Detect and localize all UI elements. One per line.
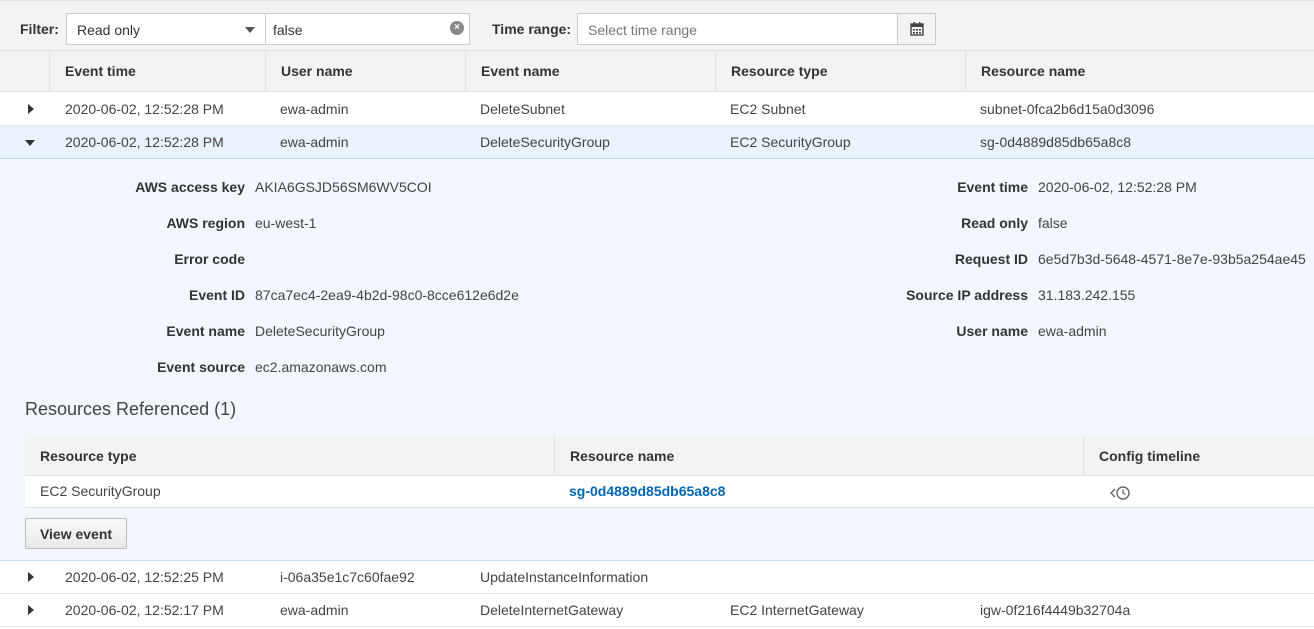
event-name: UpdateInstanceInformation (480, 569, 649, 585)
detail-label: Event name (166, 323, 245, 339)
detail-value: ec2.amazonaws.com (255, 359, 387, 375)
column-resource-type[interactable]: Resource type (715, 51, 965, 92)
user-name: ewa-admin (280, 134, 349, 150)
detail-value: AKIA6GSJD56SM6WV5COI (255, 179, 432, 195)
detail-label: Event time (957, 179, 1028, 195)
detail-value: 6e5d7b3d-5648-4571-8e7e-93b5a254ae45 (1038, 251, 1306, 267)
time-range-input[interactable]: Select time range (577, 13, 899, 45)
detail-label: User name (956, 323, 1028, 339)
detail-label: Event ID (188, 287, 245, 303)
time-range-label: Time range: (492, 21, 572, 37)
column-resource-name[interactable]: Resource name (965, 51, 1314, 92)
event-time: 2020-06-02, 12:52:25 PM (65, 569, 224, 585)
resources-table-header: Resource type Resource name Config timel… (25, 435, 1314, 476)
event-name: DeleteSecurityGroup (480, 134, 610, 150)
table-row[interactable]: 2020-06-02, 12:52:28 PM ewa-admin Delete… (0, 93, 1314, 126)
detail-label: Request ID (954, 251, 1028, 267)
table-row[interactable]: 2020-06-02, 12:52:17 PM ewa-admin Delete… (0, 594, 1314, 627)
column-resource-name[interactable]: Resource name (554, 435, 1083, 476)
event-detail-panel: AWS access key AKIA6GSJD56SM6WV5COI AWS … (0, 159, 1314, 561)
detail-value: false (1038, 215, 1068, 231)
collapse-icon[interactable] (25, 140, 35, 146)
view-event-button[interactable]: View event (25, 518, 127, 549)
calendar-icon (910, 22, 924, 36)
resource-type: EC2 Subnet (730, 101, 806, 117)
event-time: 2020-06-02, 12:52:28 PM (65, 134, 224, 150)
user-name: i-06a35e1c7c60fae92 (280, 569, 415, 585)
column-user-name[interactable]: User name (265, 51, 465, 92)
events-table-header: Event time User name Event name Resource… (0, 50, 1314, 92)
resources-table: Resource type Resource name Config timel… (25, 435, 1314, 508)
config-timeline-icon[interactable] (1108, 485, 1132, 501)
filter-label: Filter: (20, 21, 59, 37)
detail-value: DeleteSecurityGroup (255, 323, 385, 339)
filter-bar: Filter: Read only false × Time range: Se… (0, 0, 1314, 50)
event-name: DeleteInternetGateway (480, 602, 624, 618)
detail-value: ewa-admin (1038, 323, 1107, 339)
detail-label: Error code (174, 251, 245, 267)
detail-value: 87ca7ec4-2ea9-4b2d-98c0-8cce612e6d2e (255, 287, 519, 303)
clear-icon[interactable]: × (450, 21, 464, 35)
resource-name: igw-0f216f4449b32704a (980, 602, 1131, 618)
column-config-timeline[interactable]: Config timeline (1083, 435, 1314, 476)
detail-value: 2020-06-02, 12:52:28 PM (1038, 179, 1197, 195)
column-event-name[interactable]: Event name (465, 51, 715, 92)
column-resource-type[interactable]: Resource type (25, 435, 554, 476)
resource-name-link[interactable]: sg-0d4889d85db65a8c8 (569, 483, 725, 499)
filter-value-text: false (273, 22, 303, 38)
column-event-time[interactable]: Event time (49, 51, 265, 92)
user-name: ewa-admin (280, 602, 349, 618)
detail-label: Event source (157, 359, 245, 375)
event-time: 2020-06-02, 12:52:28 PM (65, 101, 224, 117)
table-row[interactable]: 2020-06-02, 12:52:25 PM i-06a35e1c7c60fa… (0, 561, 1314, 594)
filter-attribute-select[interactable]: Read only (66, 13, 266, 45)
filter-attribute-value: Read only (77, 22, 141, 38)
event-name: DeleteSubnet (480, 101, 565, 117)
detail-label: AWS access key (135, 179, 245, 195)
table-row: EC2 SecurityGroup sg-0d4889d85db65a8c8 (25, 476, 1314, 508)
detail-value: eu-west-1 (255, 215, 317, 231)
filter-value-input[interactable]: false × (265, 13, 470, 45)
resource-name: subnet-0fca2b6d15a0d3096 (980, 101, 1155, 117)
table-row-selected[interactable]: 2020-06-02, 12:52:28 PM ewa-admin Delete… (0, 126, 1314, 159)
expand-icon[interactable] (28, 104, 34, 114)
resource-type: EC2 InternetGateway (730, 602, 864, 618)
chevron-down-icon (245, 27, 255, 33)
resource-name: sg-0d4889d85db65a8c8 (980, 134, 1132, 150)
detail-label: AWS region (166, 215, 245, 231)
detail-value: 31.183.242.155 (1038, 287, 1136, 303)
resource-type: EC2 SecurityGroup (730, 134, 851, 150)
detail-label: Read only (961, 215, 1028, 231)
resource-type: EC2 SecurityGroup (40, 483, 161, 499)
detail-label: Source IP address (906, 287, 1028, 303)
event-time: 2020-06-02, 12:52:17 PM (65, 602, 224, 618)
expand-icon[interactable] (28, 572, 34, 582)
calendar-button[interactable] (897, 13, 936, 45)
user-name: ewa-admin (280, 101, 349, 117)
time-range-placeholder: Select time range (588, 22, 697, 38)
resources-referenced-title: Resources Referenced (1) (25, 399, 237, 419)
expand-icon[interactable] (28, 605, 34, 615)
